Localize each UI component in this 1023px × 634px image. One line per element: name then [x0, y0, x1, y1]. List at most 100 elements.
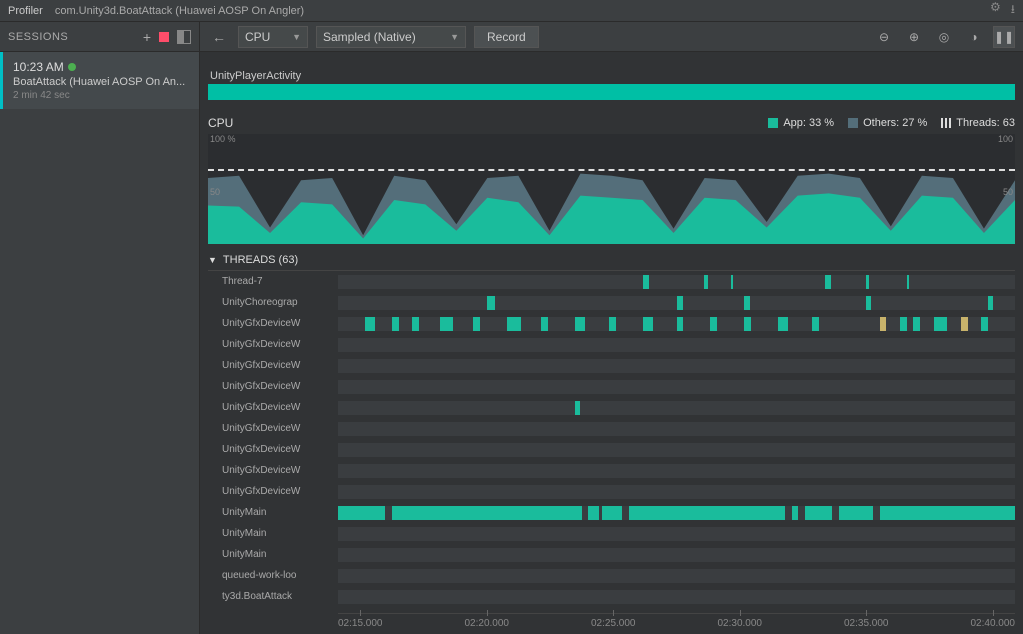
- mode-dropdown[interactable]: Sampled (Native)▼: [316, 26, 466, 48]
- zoom-reset-icon[interactable]: ◎: [933, 26, 955, 48]
- thread-track[interactable]: [338, 485, 1015, 499]
- pause-button[interactable]: ❚❚: [993, 26, 1015, 48]
- thread-name: UnityGfxDeviceW: [208, 318, 338, 329]
- thread-track[interactable]: [338, 380, 1015, 394]
- thread-row[interactable]: UnityGfxDeviceW: [208, 313, 1015, 334]
- thread-segment[interactable]: [487, 296, 495, 310]
- thread-row[interactable]: UnityGfxDeviceW: [208, 460, 1015, 481]
- thread-row[interactable]: queued-work-loo: [208, 565, 1015, 586]
- thread-segment[interactable]: [988, 296, 993, 310]
- gear-icon[interactable]: ⚙: [990, 0, 1001, 21]
- thread-segment[interactable]: [812, 317, 819, 331]
- zoom-in-icon[interactable]: ⊕: [903, 26, 925, 48]
- thread-segment[interactable]: [365, 317, 375, 331]
- thread-segment[interactable]: [744, 296, 749, 310]
- zoom-selection-icon[interactable]: ◑: [963, 26, 985, 48]
- thread-track[interactable]: [338, 401, 1015, 415]
- thread-row[interactable]: UnityMain: [208, 523, 1015, 544]
- thread-track[interactable]: [338, 548, 1015, 562]
- thread-track[interactable]: [338, 443, 1015, 457]
- thread-segment[interactable]: [825, 275, 830, 289]
- thread-row[interactable]: UnityGfxDeviceW: [208, 418, 1015, 439]
- thread-segment[interactable]: [866, 296, 871, 310]
- record-indicator-icon[interactable]: [159, 32, 169, 42]
- thread-row[interactable]: UnityMain: [208, 502, 1015, 523]
- thread-segment[interactable]: [866, 275, 869, 289]
- thread-segment[interactable]: [731, 275, 733, 289]
- thread-row[interactable]: UnityGfxDeviceW: [208, 481, 1015, 502]
- thread-segment[interactable]: [839, 506, 873, 520]
- thread-segment[interactable]: [575, 401, 580, 415]
- thread-row[interactable]: Thread-7: [208, 271, 1015, 292]
- thread-row[interactable]: UnityGfxDeviceW: [208, 376, 1015, 397]
- thread-track[interactable]: [338, 422, 1015, 436]
- thread-segment[interactable]: [677, 317, 684, 331]
- thread-segment[interactable]: [900, 317, 907, 331]
- thread-segment[interactable]: [392, 317, 399, 331]
- thread-track[interactable]: [338, 359, 1015, 373]
- cpu-chart[interactable]: 100 % 50 100 50: [208, 134, 1015, 244]
- thread-segment[interactable]: [643, 275, 650, 289]
- thread-row[interactable]: UnityGfxDeviceW: [208, 397, 1015, 418]
- legend-threads[interactable]: Threads: 63: [941, 117, 1015, 129]
- thread-track[interactable]: [338, 275, 1015, 289]
- thread-segment[interactable]: [981, 317, 988, 331]
- thread-track[interactable]: [338, 506, 1015, 520]
- thread-track[interactable]: [338, 317, 1015, 331]
- thread-segment[interactable]: [541, 317, 548, 331]
- thread-track[interactable]: [338, 590, 1015, 604]
- layout-toggle[interactable]: [177, 30, 191, 44]
- thread-segment[interactable]: [602, 506, 622, 520]
- thread-track[interactable]: [338, 296, 1015, 310]
- thread-track[interactable]: [338, 338, 1015, 352]
- thread-row[interactable]: UnityChoreograp: [208, 292, 1015, 313]
- legend-app[interactable]: App: 33 %: [768, 117, 834, 129]
- thread-segment[interactable]: [392, 506, 582, 520]
- thread-name: UnityMain: [208, 507, 338, 518]
- thread-segment[interactable]: [907, 275, 910, 289]
- zoom-out-icon[interactable]: ⊖: [873, 26, 895, 48]
- thread-row[interactable]: UnityGfxDeviceW: [208, 355, 1015, 376]
- thread-segment[interactable]: [507, 317, 521, 331]
- tab-target[interactable]: com.Unity3d.BoatAttack (Huawei AOSP On A…: [55, 5, 304, 17]
- thread-track[interactable]: [338, 527, 1015, 541]
- thread-segment[interactable]: [609, 317, 616, 331]
- thread-segment[interactable]: [961, 317, 968, 331]
- thread-name: UnityMain: [208, 549, 338, 560]
- thread-track[interactable]: [338, 464, 1015, 478]
- add-session-icon[interactable]: +: [143, 29, 151, 45]
- thread-segment[interactable]: [913, 317, 920, 331]
- thread-segment[interactable]: [338, 506, 385, 520]
- thread-segment[interactable]: [778, 317, 788, 331]
- thread-segment[interactable]: [704, 275, 708, 289]
- tab-profiler[interactable]: Profiler: [8, 5, 43, 17]
- record-button[interactable]: Record: [474, 26, 539, 48]
- thread-segment[interactable]: [880, 317, 887, 331]
- thread-segment[interactable]: [412, 317, 419, 331]
- thread-row[interactable]: UnityGfxDeviceW: [208, 334, 1015, 355]
- legend-others[interactable]: Others: 27 %: [848, 117, 927, 129]
- thread-segment[interactable]: [880, 506, 1015, 520]
- thread-track[interactable]: [338, 569, 1015, 583]
- thread-row[interactable]: UnityMain: [208, 544, 1015, 565]
- thread-segment[interactable]: [710, 317, 717, 331]
- back-button[interactable]: ←: [208, 26, 230, 48]
- thread-segment[interactable]: [440, 317, 454, 331]
- thread-segment[interactable]: [575, 317, 585, 331]
- download-icon[interactable]: ⭳: [1011, 0, 1015, 21]
- thread-segment[interactable]: [629, 506, 785, 520]
- thread-segment[interactable]: [744, 317, 751, 331]
- session-item[interactable]: 10:23 AM BoatAttack (Huawei AOSP On An..…: [0, 52, 199, 109]
- thread-segment[interactable]: [805, 506, 832, 520]
- thread-segment[interactable]: [588, 506, 598, 520]
- activity-bar[interactable]: [208, 84, 1015, 100]
- thread-segment[interactable]: [934, 317, 948, 331]
- thread-segment[interactable]: [792, 506, 799, 520]
- metric-dropdown[interactable]: CPU▼: [238, 26, 308, 48]
- thread-segment[interactable]: [677, 296, 684, 310]
- thread-segment[interactable]: [473, 317, 480, 331]
- thread-row[interactable]: UnityGfxDeviceW: [208, 439, 1015, 460]
- thread-segment[interactable]: [643, 317, 653, 331]
- thread-row[interactable]: ty3d.BoatAttack: [208, 586, 1015, 607]
- threads-header[interactable]: ▼ THREADS (63): [208, 254, 1015, 271]
